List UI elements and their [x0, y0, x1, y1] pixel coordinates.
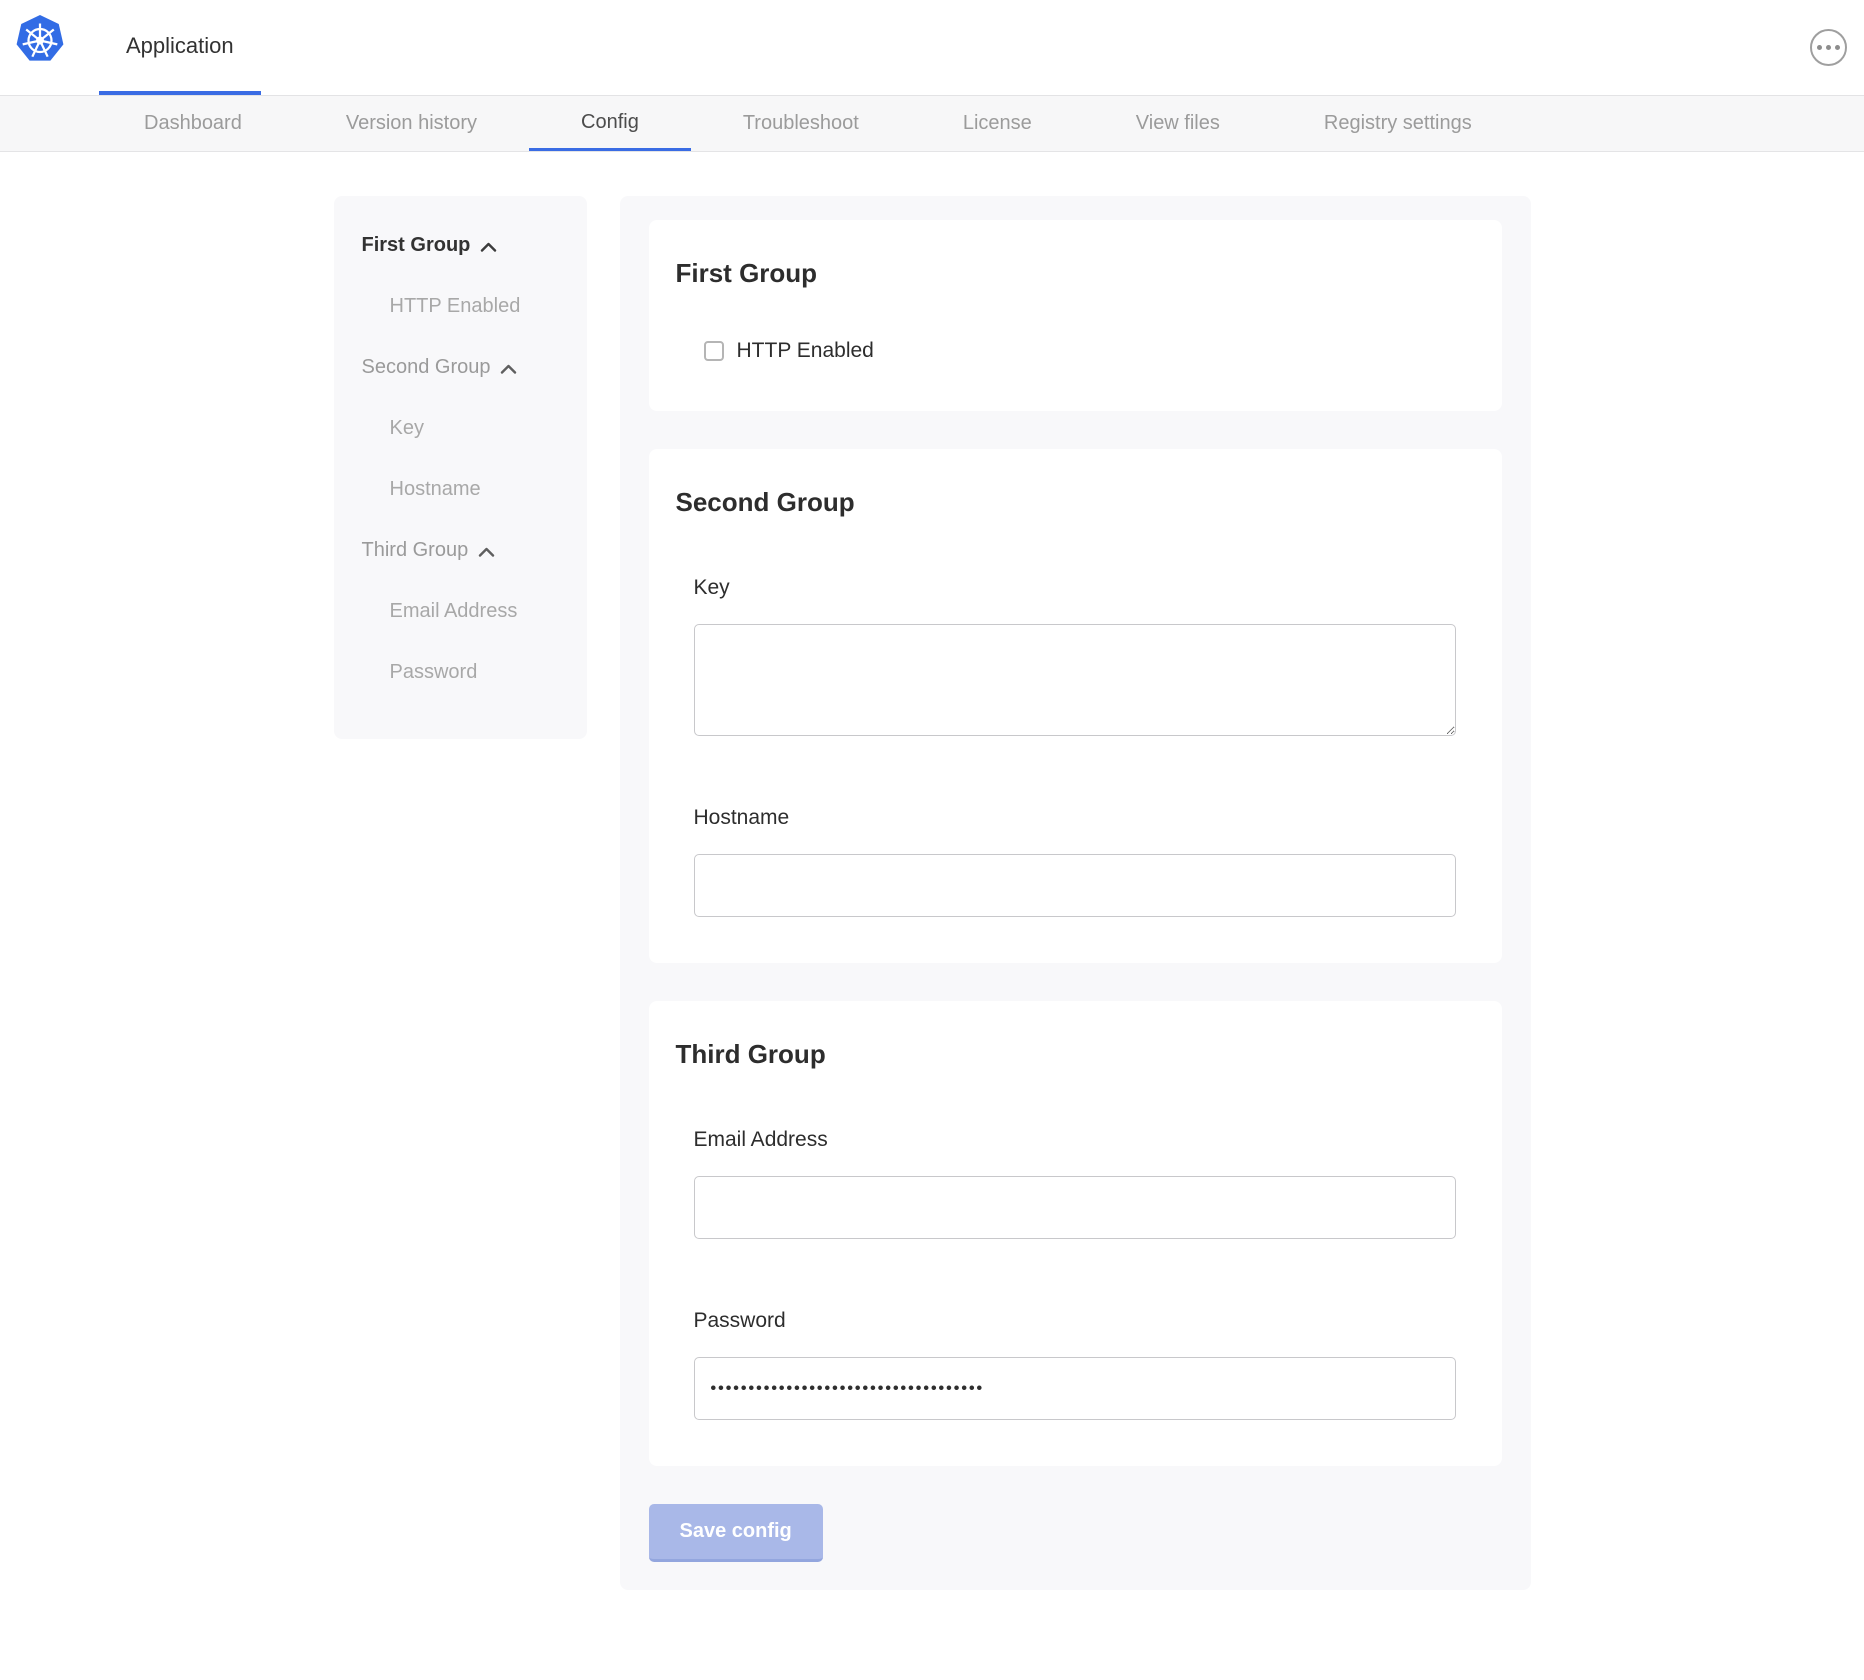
top-bar: Application: [0, 0, 1864, 96]
config-panel: First Group HTTP Enabled Second Group Ke…: [620, 196, 1531, 1590]
kubernetes-logo-icon: [15, 14, 65, 64]
tab-config[interactable]: Config: [529, 96, 691, 151]
chevron-up-icon: [480, 242, 497, 252]
password-label: Password: [694, 1309, 1457, 1333]
tab-registry-settings[interactable]: Registry settings: [1272, 96, 1524, 151]
password-input[interactable]: [694, 1357, 1456, 1420]
hostname-field: Hostname: [694, 806, 1457, 917]
http-enabled-checkbox[interactable]: [704, 341, 724, 361]
config-sidebar: First Group HTTP Enabled Second Group Ke…: [334, 196, 587, 739]
sidebar-item-label: HTTP Enabled: [390, 295, 521, 318]
sidebar-item-first-group[interactable]: First Group: [362, 215, 587, 276]
sidebar-item-label: Second Group: [362, 356, 491, 379]
sidebar-item-third-group[interactable]: Third Group: [362, 520, 587, 581]
tab-application[interactable]: Application: [99, 0, 261, 95]
tab-version-history[interactable]: Version history: [294, 96, 529, 151]
http-enabled-field: HTTP Enabled: [704, 339, 1475, 363]
sidebar-item-label: Key: [390, 417, 424, 440]
email-address-label: Email Address: [694, 1128, 1457, 1152]
key-textarea[interactable]: [694, 624, 1456, 736]
ellipsis-icon: [1817, 45, 1822, 50]
http-enabled-label[interactable]: HTTP Enabled: [737, 339, 874, 363]
key-label: Key: [694, 576, 1457, 600]
group-title: Second Group: [676, 487, 1475, 518]
tab-troubleshoot[interactable]: Troubleshoot: [691, 96, 911, 151]
sidebar-item-hostname[interactable]: Hostname: [362, 459, 587, 520]
tab-dashboard[interactable]: Dashboard: [92, 96, 294, 151]
sidebar-item-http-enabled[interactable]: HTTP Enabled: [362, 276, 587, 337]
group-title: Third Group: [676, 1039, 1475, 1070]
config-group-third: Third Group Email Address Password: [649, 1001, 1502, 1466]
sidebar-item-email-address[interactable]: Email Address: [362, 581, 587, 642]
sidebar-item-second-group[interactable]: Second Group: [362, 337, 587, 398]
sidebar-item-label: Password: [390, 661, 478, 684]
app-tab-label: Application: [126, 33, 234, 59]
tab-view-files[interactable]: View files: [1084, 96, 1272, 151]
password-field: Password: [694, 1309, 1457, 1420]
key-field: Key: [694, 576, 1457, 736]
sidebar-item-label: First Group: [362, 234, 471, 257]
sidebar-item-key[interactable]: Key: [362, 398, 587, 459]
more-menu-button[interactable]: [1810, 29, 1847, 66]
email-address-field: Email Address: [694, 1128, 1457, 1239]
chevron-up-icon: [478, 547, 495, 557]
config-page: First Group HTTP Enabled Second Group Ke…: [334, 196, 1531, 1590]
config-group-first: First Group HTTP Enabled: [649, 220, 1502, 411]
sidebar-item-label: Hostname: [390, 478, 481, 501]
sidebar-item-label: Email Address: [390, 600, 518, 623]
app-nav-bar: Dashboard Version history Config Trouble…: [0, 96, 1864, 152]
sidebar-item-password[interactable]: Password: [362, 642, 587, 703]
email-address-input[interactable]: [694, 1176, 1456, 1239]
chevron-up-icon: [500, 364, 517, 374]
group-title: First Group: [676, 258, 1475, 289]
save-config-button[interactable]: Save config: [649, 1504, 823, 1562]
config-group-second: Second Group Key Hostname: [649, 449, 1502, 963]
sidebar-item-label: Third Group: [362, 539, 469, 562]
hostname-input[interactable]: [694, 854, 1456, 917]
hostname-label: Hostname: [694, 806, 1457, 830]
tab-license[interactable]: License: [911, 96, 1084, 151]
